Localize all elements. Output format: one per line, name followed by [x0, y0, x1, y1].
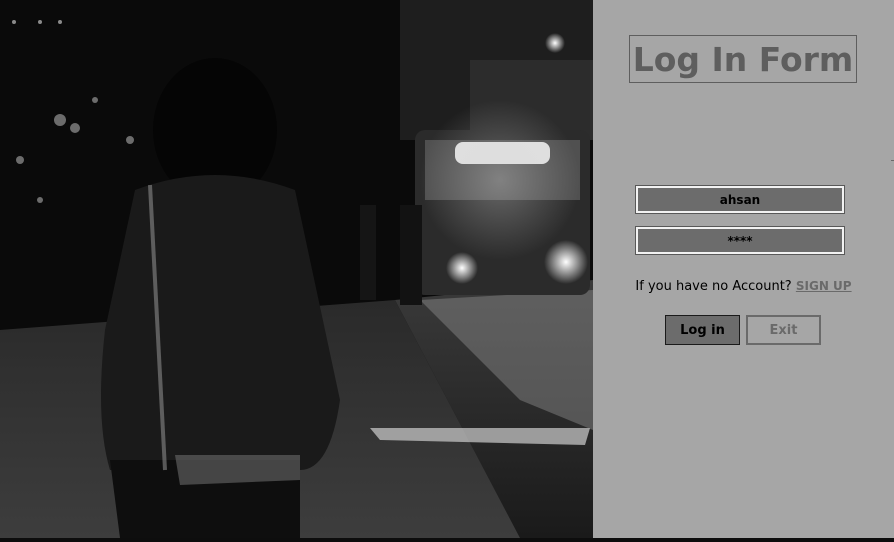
form-title: Log In Form: [632, 39, 854, 79]
password-field[interactable]: [635, 226, 845, 255]
username-field[interactable]: [635, 185, 845, 214]
login-button[interactable]: Log in: [665, 315, 740, 345]
bottom-border: [0, 538, 894, 542]
signup-link[interactable]: SIGN UP: [796, 279, 852, 293]
photo-illustration: [0, 0, 593, 538]
exit-button[interactable]: Exit: [746, 315, 821, 345]
night-street-photo: [0, 0, 593, 538]
form-title-box: Log In Form: [629, 35, 857, 83]
signup-prompt-line: If you have no Account? SIGN UP: [593, 279, 894, 294]
signup-prompt-text: If you have no Account?: [635, 279, 792, 294]
login-panel: Log In Form If you have no Account? SIGN…: [593, 0, 894, 538]
